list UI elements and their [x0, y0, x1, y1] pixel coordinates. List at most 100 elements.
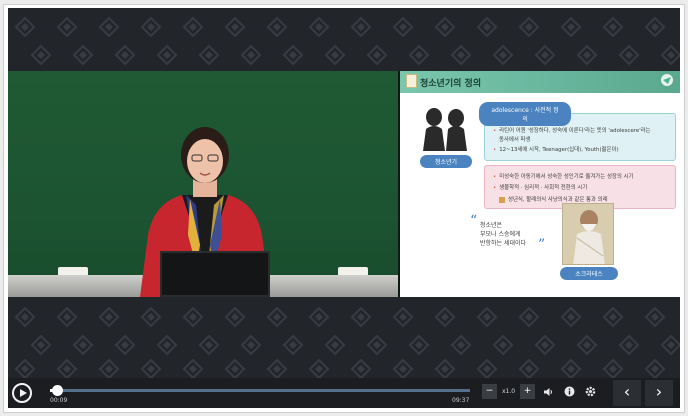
teen-silhouette-icon: [423, 108, 467, 151]
watermark-logo-icon: [516, 304, 542, 330]
watermark-logo-icon: [532, 332, 558, 358]
podium-monitor: [160, 251, 270, 297]
brand-logo-icon: [661, 74, 673, 86]
watermark-logo-icon: [154, 332, 180, 358]
playback-speed: x1.0: [502, 388, 516, 395]
watermark-logo-icon: [54, 304, 80, 330]
watermark-logo-icon: [432, 304, 458, 330]
watermark-logo-icon: [532, 42, 558, 68]
speed-down-button[interactable]: −: [482, 384, 497, 399]
watermark-logo-icon: [112, 42, 138, 68]
watermark-logo-icon: [474, 14, 500, 40]
watermark-logo-icon: [180, 14, 206, 40]
seek-handle[interactable]: [51, 385, 63, 396]
watermark-logo-icon: [264, 14, 290, 40]
quote-close-mark: ”: [538, 237, 546, 253]
watermark-logo-icon: [238, 42, 264, 68]
watermark-logo-icon: [180, 304, 206, 330]
watermark-logo-icon: [196, 332, 222, 358]
watermark-logo-icon: [96, 14, 122, 40]
settings-gear-icon[interactable]: [585, 386, 596, 397]
play-button[interactable]: [12, 383, 32, 403]
quote-line: 부모나 스승에게: [480, 231, 521, 238]
watermark-logo-icon: [112, 332, 138, 358]
video-frame[interactable]: 청소년기의 정의 청소년기 adolescence : 사전적 정의 라틴어 어…: [8, 71, 680, 297]
watermark-logo-icon: [364, 332, 390, 358]
watermark-logo-icon: [138, 304, 164, 330]
watermark-logo-icon: [12, 14, 38, 40]
definition-label: adolescence : 사전적 정의: [479, 102, 571, 126]
watermark-logo-icon: [70, 332, 96, 358]
quote-open-mark: “: [470, 213, 478, 229]
watermark-logo-icon: [138, 14, 164, 40]
current-time: 00:09: [50, 397, 68, 404]
volume-icon[interactable]: [543, 387, 553, 397]
definition-bullet: 동사에서 파생: [499, 137, 531, 143]
watermark-logo-icon: [658, 42, 680, 68]
watermark-logo-icon: [390, 14, 416, 40]
watermark-logo-icon: [264, 304, 290, 330]
definition-bullet: 12~13세에 시작, Teenager(십대), Youth(젊은이): [493, 145, 618, 153]
watermark-logo-icon: [574, 332, 600, 358]
duration-time: 09:37: [452, 397, 470, 404]
watermark-logo-icon: [448, 332, 474, 358]
info-icon[interactable]: [564, 386, 575, 397]
quote-line: 청소년은: [480, 222, 503, 229]
watermark-logo-icon: [348, 304, 374, 330]
watermark-logo-icon: [222, 14, 248, 40]
watermark-logo-icon: [196, 42, 222, 68]
seek-bar[interactable]: [50, 389, 470, 392]
control-bar: 00:09 09:37 − x1.0 + ‹ ›: [8, 378, 680, 408]
definition-box: adolescence : 사전적 정의 라틴어 어원 '성장하다, 성숙에 이…: [479, 102, 676, 161]
watermark-logo-icon: [616, 332, 642, 358]
watermark-logo-icon: [222, 304, 248, 330]
watermark-logo-icon: [448, 42, 474, 68]
growth-bullet: 생물학적 · 심리적 · 사회적 전환의 시기: [493, 183, 587, 191]
watermark-logo-icon: [558, 304, 584, 330]
watermark-logo-icon: [616, 42, 642, 68]
watermark-logo-icon: [516, 14, 542, 40]
watermark-logo-icon: [306, 14, 332, 40]
lecture-slide: 청소년기의 정의 청소년기 adolescence : 사전적 정의 라틴어 어…: [398, 71, 680, 297]
watermark-logo-icon: [406, 332, 432, 358]
socrates-tag: 소크라테스: [560, 267, 618, 280]
watermark-logo-icon: [600, 304, 626, 330]
watermark-logo-icon: [558, 14, 584, 40]
video-player: 청소년기의 정의 청소년기 adolescence : 사전적 정의 라틴어 어…: [8, 8, 680, 408]
socrates-portrait: [562, 203, 614, 265]
watermark-logo-icon: [642, 14, 668, 40]
quote-line: 반항하는 세대이다: [480, 240, 527, 247]
definition-bullet: 라틴어 어원 '성장하다, 성숙에 이른다'라는 뜻의 'adolescere'…: [493, 126, 650, 134]
watermark-logo-icon: [70, 42, 96, 68]
watermark-logo-icon: [490, 332, 516, 358]
watermark-logo-icon: [154, 42, 180, 68]
growth-bullet: 미성숙한 아동기에서 성숙한 성인기로 옮겨가는 성장의 시기: [493, 172, 633, 180]
note-icon: [406, 74, 417, 88]
slide-header: 청소년기의 정의: [400, 71, 680, 93]
watermark-logo-icon: [348, 14, 374, 40]
chalkboard: [8, 71, 398, 297]
watermark-logo-icon: [306, 304, 332, 330]
next-slide-button[interactable]: ›: [645, 380, 673, 406]
checkmark-icon: [499, 196, 505, 203]
watermark-logo-icon: [574, 42, 600, 68]
watermark-logo-icon: [96, 304, 122, 330]
growth-bullet-row: 성년식, 할례의식 사냥의식과 같은 통과 의례: [493, 195, 608, 203]
watermark-logo-icon: [28, 42, 54, 68]
socrates-quote: 청소년은 부모나 스승에게 반항하는 세대이다: [480, 221, 526, 248]
teen-tag: 청소년기: [420, 155, 472, 168]
watermark-logo-icon: [490, 42, 516, 68]
watermark-logo-icon: [280, 42, 306, 68]
watermark-logo-icon: [364, 42, 390, 68]
watermark-logo-icon: [322, 42, 348, 68]
prev-slide-button[interactable]: ‹: [613, 380, 641, 406]
watermark-logo-icon: [658, 332, 680, 358]
slide-title: 청소년기의 정의: [420, 79, 482, 89]
watermark-logo-icon: [238, 332, 264, 358]
watermark-logo-icon: [600, 14, 626, 40]
watermark-logo-icon: [322, 332, 348, 358]
speed-up-button[interactable]: +: [520, 384, 535, 399]
watermark-logo-icon: [390, 304, 416, 330]
watermark-logo-icon: [474, 304, 500, 330]
watermark-logo-icon: [54, 14, 80, 40]
